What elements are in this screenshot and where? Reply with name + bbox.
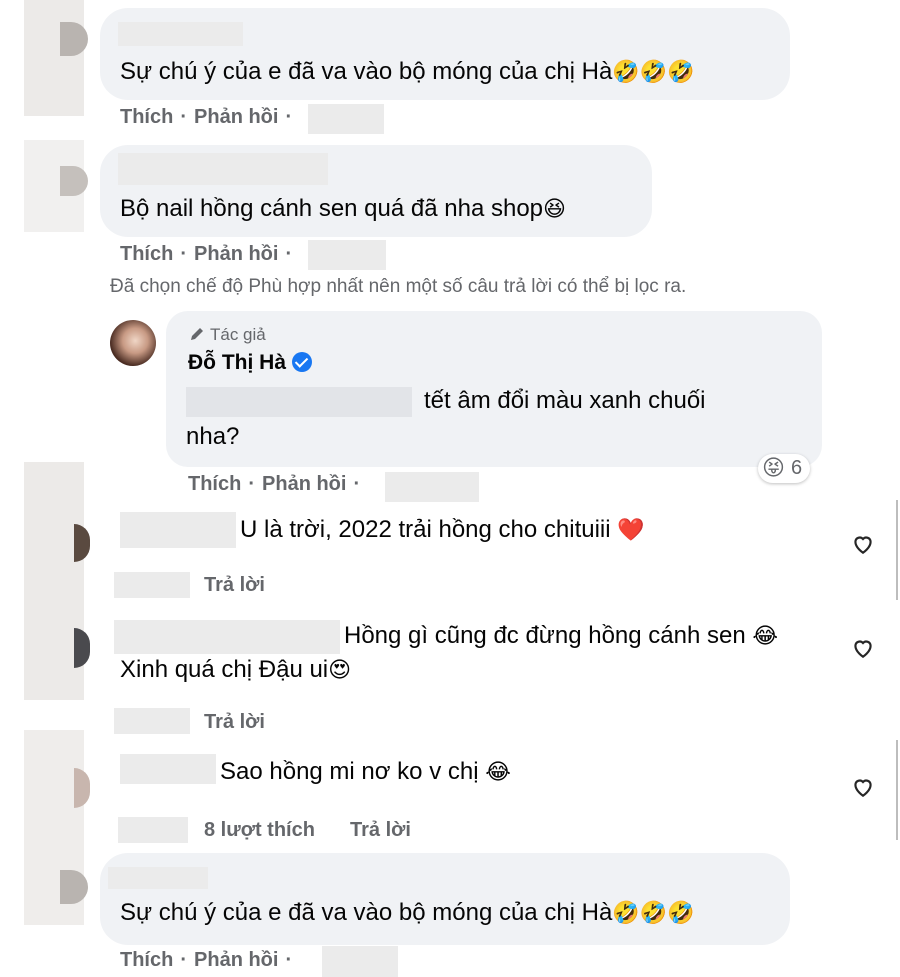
like-link[interactable]: Thích [188,473,241,495]
comment-bubble: Sự chú ý của e đã va vào bộ móng của chị… [100,853,790,945]
verified-badge-icon [292,352,312,372]
comment-bubble: Sự chú ý của e đã va vào bộ móng của chị… [100,8,790,100]
timestamp-redacted [385,472,479,502]
timestamp-redacted [322,946,398,977]
ig-comment-text: Hồng gì cũng đc đừng hồng cánh sen 😂 [344,622,779,649]
pencil-icon [191,328,203,340]
avatar[interactable] [74,628,90,668]
time-redacted [114,708,190,734]
avatar[interactable] [74,768,90,808]
comment-bubble: Bộ nail hồng cánh sen quá đã nha shop😆 [100,145,652,237]
timestamp-redacted [308,104,384,134]
tongue-emoji-icon: 😝 [762,456,785,481]
author-reply-text: tết âm đổi màu xanh chuối [424,387,706,414]
ig-reply-link[interactable]: Trả lời [204,711,265,734]
author-text-redacted-prefix [186,387,412,417]
author-name[interactable]: Đỗ Thị Hà [188,351,312,375]
author-avatar[interactable] [110,320,156,366]
ig-reply-link[interactable]: Trả lời [350,819,411,842]
rofl-emoji-icon: 🤣🤣🤣 [612,901,695,926]
commenter-name-redacted [118,22,243,46]
ig-comment-text: U là trời, 2022 trải hồng cho chituiii ❤… [240,516,645,543]
like-heart-icon[interactable] [850,531,876,557]
like-link[interactable]: Thích [120,243,173,265]
like-link[interactable]: Thích [120,949,173,971]
ig-comment-text: Sao hồng mi nơ ko v chị 😂 [220,758,511,785]
like-heart-icon[interactable] [850,774,876,800]
like-heart-icon[interactable] [850,635,876,661]
comment-actions: Thích · Phản hồi · [120,243,293,265]
author-reply-text-line2: nha? [186,423,240,450]
reply-link[interactable]: Phản hồi [194,949,278,971]
time-redacted [118,817,188,843]
username-redacted [114,620,340,654]
heart-emoji-icon: ❤️ [617,518,645,543]
commenter-name-redacted [108,867,208,889]
comment-text: Sự chú ý của e đã va vào bộ móng của chị… [120,899,695,926]
joy-emoji-icon: 😂 [752,624,779,649]
comment-actions: Thích · Phản hồi · [120,106,293,128]
heart-eyes-emoji-icon: 😍 [328,658,352,683]
right-edge-divider [896,500,898,600]
reply-link[interactable]: Phản hồi [194,243,278,265]
timestamp-redacted [308,240,386,270]
commenter-name-redacted [118,153,328,185]
side-image-fragment [24,0,84,116]
like-link[interactable]: Thích [120,106,173,128]
username-redacted [120,754,216,784]
ig-reply-link[interactable]: Trả lời [204,574,265,597]
joy-emoji-icon: 😂 [485,760,511,785]
reply-link[interactable]: Phản hồi [194,106,278,128]
filter-note: Đã chọn chế độ Phù hợp nhất nên một số c… [110,276,687,297]
comment-text: Sự chú ý của e đã va vào bộ móng của chị… [120,58,695,85]
ig-like-count[interactable]: 8 lượt thích [204,819,315,842]
right-edge-divider [896,740,898,840]
author-badge: Tác giả [188,325,266,345]
comment-text: Bộ nail hồng cánh sen quá đã nha shop😆 [120,195,566,222]
author-reply-bubble: Tác giả Đỗ Thị Hà tết âm đổi màu xanh ch… [166,311,822,467]
reply-link[interactable]: Phản hồi [262,473,346,495]
username-redacted [120,512,236,548]
avatar[interactable] [74,524,90,562]
author-reply-actions: Thích · Phản hồi · [188,473,361,495]
laughing-emoji-icon: 😆 [543,197,566,222]
ig-comment-text-line2: Xinh quá chị Đậu ui😍 [120,656,352,683]
rofl-emoji-icon: 🤣🤣🤣 [612,60,695,85]
comment-actions: Thích · Phản hồi · [120,949,293,971]
reaction-count[interactable]: 😝 6 [758,454,811,483]
time-redacted [114,572,190,598]
